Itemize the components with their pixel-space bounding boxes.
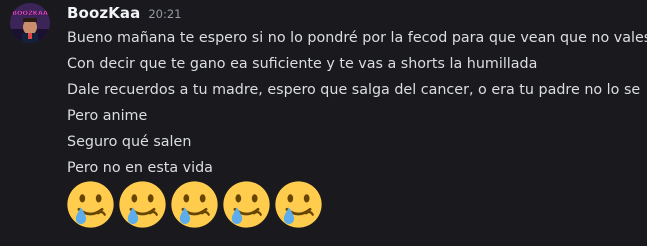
face-holding-back-tears-icon[interactable] [170, 180, 219, 229]
face-holding-back-tears-icon [171, 181, 218, 228]
message-line: Con decir que te gano ea suficiente y te… [67, 56, 538, 72]
avatar-image: BOOZKAA [10, 3, 50, 43]
message-line: Dale recuerdos a tu madre, espero que sa… [67, 82, 641, 98]
emoji-row [66, 180, 323, 229]
message-line: Pero anime [67, 108, 148, 124]
face-holding-back-tears-icon[interactable] [118, 180, 167, 229]
face-holding-back-tears-icon [119, 181, 166, 228]
face-holding-back-tears-icon[interactable] [274, 180, 323, 229]
message-line: Bueno mañana te espero si no lo pondré p… [67, 30, 647, 46]
timestamp[interactable]: 20:21 [148, 7, 181, 21]
face-holding-back-tears-icon[interactable] [66, 180, 115, 229]
message-line: Pero no en esta vida [67, 160, 213, 176]
face-holding-back-tears-icon [223, 181, 270, 228]
svg-text:BOOZKAA: BOOZKAA [12, 9, 48, 17]
face-holding-back-tears-icon [67, 181, 114, 228]
message-header: BoozKaa 20:21 [67, 4, 182, 24]
face-holding-back-tears-icon[interactable] [222, 180, 271, 229]
chat-message: BOOZKAA BoozKaa 20:21 Bueno mañana te es… [0, 0, 647, 246]
avatar[interactable]: BOOZKAA [10, 3, 50, 43]
message-line: Seguro qué salen [67, 134, 192, 150]
username[interactable]: BoozKaa [67, 4, 140, 22]
message-content: Bueno mañana te espero si no lo pondré p… [67, 25, 647, 181]
face-holding-back-tears-icon [275, 181, 322, 228]
